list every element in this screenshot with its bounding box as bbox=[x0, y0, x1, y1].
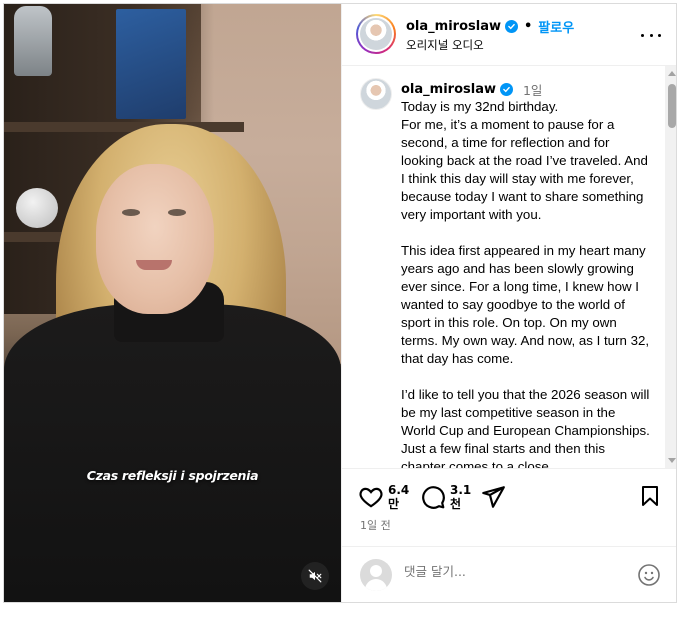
mouth bbox=[136, 260, 172, 270]
separator-dot: • bbox=[523, 19, 533, 34]
author-info: ola_miroslaw • 팔로우 bbox=[406, 17, 574, 36]
emoji-icon[interactable] bbox=[637, 563, 661, 587]
post-age[interactable]: 1일 전 bbox=[360, 517, 391, 533]
add-comment-bar bbox=[342, 546, 676, 602]
avatar-frame bbox=[358, 16, 394, 52]
heart-icon[interactable] bbox=[358, 484, 384, 510]
comment-count[interactable]: 3.1 천 bbox=[450, 483, 471, 511]
caption-paragraph: This idea first appeared in my heart man… bbox=[401, 243, 650, 366]
share-send-icon[interactable] bbox=[480, 484, 506, 510]
comment-bubble-icon[interactable] bbox=[420, 484, 446, 510]
save-action bbox=[638, 484, 662, 508]
verified-badge-icon bbox=[504, 20, 518, 33]
eye-left bbox=[122, 209, 140, 216]
follow-button[interactable]: 팔로우 bbox=[538, 17, 574, 36]
caption-time-ago[interactable]: 1일 bbox=[523, 80, 542, 99]
comment-input[interactable] bbox=[404, 564, 624, 579]
like-action: 6.4 만 bbox=[358, 483, 409, 511]
bookmark-icon[interactable] bbox=[638, 484, 662, 508]
author-username[interactable]: ola_miroslaw bbox=[406, 19, 501, 34]
eye-right bbox=[168, 209, 186, 216]
original-audio-link[interactable]: 오리지널 오디오 bbox=[406, 37, 484, 53]
caption-text: Today is my 32nd birthday. For me, it’s … bbox=[401, 98, 651, 468]
caption-author: ola_miroslaw 1일 bbox=[401, 80, 542, 99]
caption-area: ola_miroslaw 1일 Today is my 32nd birthda… bbox=[342, 66, 676, 468]
comment-action: 3.1 천 bbox=[420, 483, 471, 511]
author-avatar bbox=[360, 18, 392, 50]
scroll-up-arrow-icon[interactable] bbox=[668, 71, 676, 76]
author-avatar-story-ring[interactable] bbox=[356, 14, 396, 54]
caption-username[interactable]: ola_miroslaw bbox=[401, 82, 496, 97]
shelf-book bbox=[116, 9, 186, 119]
person-sweater bbox=[4, 304, 341, 602]
post-header: ola_miroslaw • 팔로우 오리지널 오디오 bbox=[342, 4, 676, 66]
person-face bbox=[96, 164, 214, 314]
shelf-vase bbox=[16, 188, 58, 228]
action-bar: 6.4 만 3.1 천 1일 전 bbox=[342, 468, 676, 546]
shelf-figurine bbox=[14, 6, 52, 76]
more-options-icon[interactable] bbox=[641, 26, 661, 44]
caption-paragraph: I’d like to tell you that the 2026 seaso… bbox=[401, 387, 650, 468]
scroll-down-arrow-icon[interactable] bbox=[668, 458, 676, 463]
scrollbar-thumb[interactable] bbox=[668, 84, 676, 128]
verified-badge-icon bbox=[499, 83, 513, 96]
post-sidebar: ola_miroslaw • 팔로우 오리지널 오디오 ola_miroslaw… bbox=[341, 4, 676, 602]
reel-post-modal: Czas refleksji i spojrzenia ola_miroslaw bbox=[3, 3, 677, 603]
muted-speaker-icon bbox=[308, 569, 322, 583]
mute-button[interactable] bbox=[301, 562, 329, 590]
current-user-avatar bbox=[360, 559, 392, 591]
like-count[interactable]: 6.4 만 bbox=[388, 483, 409, 511]
caption-paragraph: Today is my 32nd birthday. For me, it’s … bbox=[401, 99, 648, 222]
caption-scrollbar[interactable] bbox=[665, 66, 676, 468]
video-subtitle: Czas refleksji i spojrzenia bbox=[86, 468, 259, 483]
caption-author-avatar[interactable] bbox=[360, 78, 392, 110]
share-action bbox=[480, 484, 506, 510]
reel-video[interactable]: Czas refleksji i spojrzenia bbox=[4, 4, 341, 602]
